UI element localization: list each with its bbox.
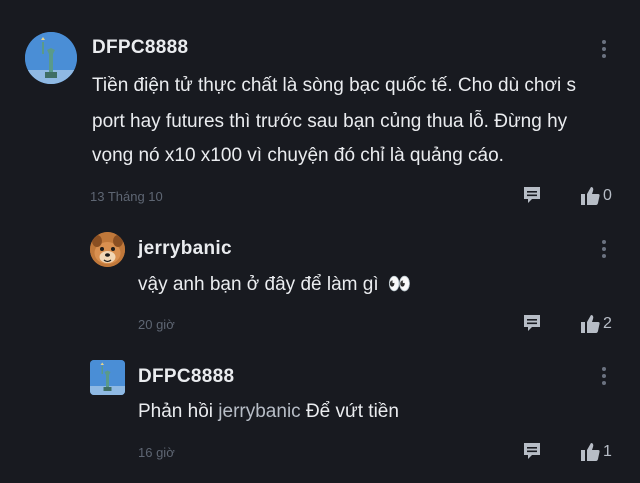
comment-timestamp: 16 giờ	[138, 445, 175, 460]
comment-body: vậy anh bạn ở đây để làm gì	[138, 274, 379, 295]
comment-line: Tiền điện tử thực chất là sòng bạc quốc …	[92, 75, 576, 96]
user-avatar[interactable]	[90, 232, 125, 267]
statue-of-liberty-icon	[25, 32, 77, 84]
mention-link[interactable]: jerrybanic	[218, 401, 300, 422]
user-avatar[interactable]	[25, 32, 77, 84]
like-button[interactable]: 0	[581, 186, 612, 206]
thumbs-up-icon	[581, 187, 600, 205]
reply-icon[interactable]	[523, 442, 541, 460]
like-count: 0	[603, 187, 612, 204]
user-avatar[interactable]	[90, 360, 125, 395]
like-count: 2	[603, 315, 612, 332]
dog-cartoon-icon	[90, 232, 125, 267]
username[interactable]: DFPC8888	[92, 37, 188, 59]
more-options-icon[interactable]	[601, 40, 607, 61]
comment-line: port hay futures thì trước sau bạn củng …	[92, 111, 568, 132]
comment-body: Để vứt tiền	[305, 401, 399, 422]
thumbs-up-icon	[581, 443, 600, 461]
like-count: 1	[603, 443, 612, 460]
reply-icon[interactable]	[523, 314, 541, 332]
like-button[interactable]: 2	[581, 314, 612, 334]
comment-timestamp: 13 Tháng 10	[90, 189, 163, 204]
reply-icon[interactable]	[523, 186, 541, 204]
comment-line: vọng nó x10 x100 vì chuyện đó chỉ là quả…	[92, 145, 504, 166]
more-options-icon[interactable]	[601, 367, 607, 388]
like-button[interactable]: 1	[581, 442, 612, 462]
comment-text: Phản hồi jerrybanic Để vứt tiền	[138, 396, 399, 428]
username[interactable]: jerrybanic	[138, 238, 232, 260]
thumbs-up-icon	[581, 315, 600, 333]
username[interactable]: DFPC8888	[138, 366, 234, 388]
statue-of-liberty-icon	[90, 360, 125, 395]
eyes-emoji: 👀	[387, 274, 412, 295]
comment-timestamp: 20 giờ	[138, 317, 175, 332]
reply-prefix: Phản hồi	[138, 401, 214, 422]
more-options-icon[interactable]	[601, 240, 607, 261]
comment-text: vậy anh bạn ở đây để làm gì 👀	[138, 269, 412, 301]
